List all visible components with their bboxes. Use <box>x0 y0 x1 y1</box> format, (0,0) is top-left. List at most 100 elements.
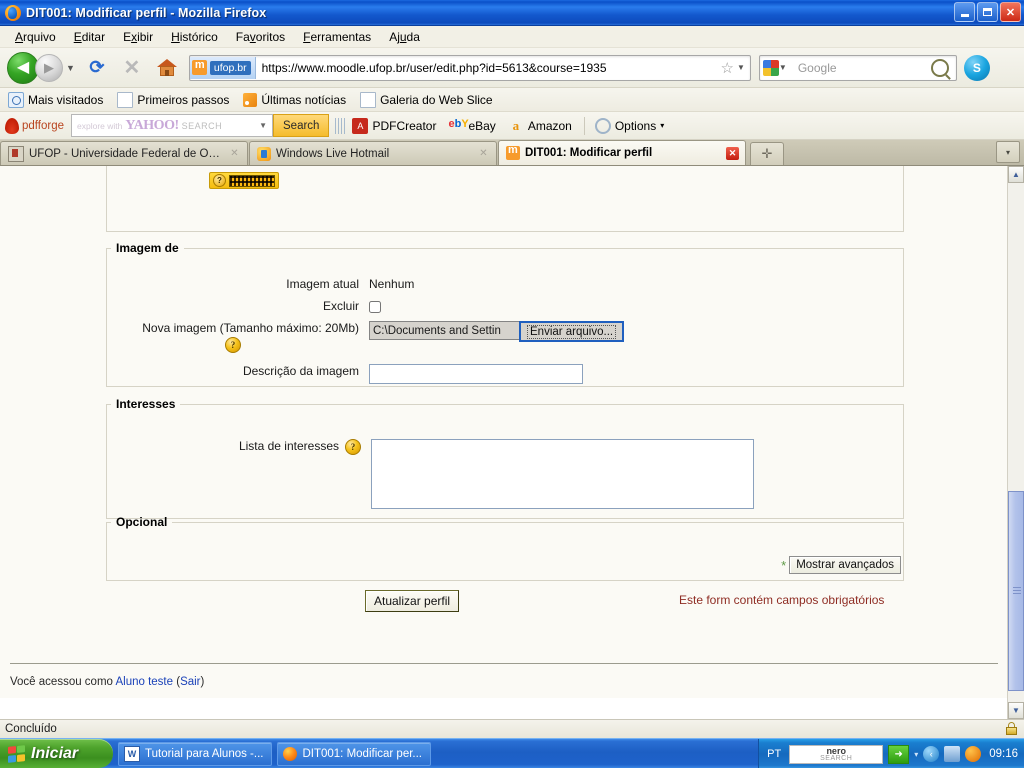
taskbar-item-dit001[interactable]: DIT001: Modificar per... <box>277 741 431 766</box>
scroll-down-button[interactable]: ▼ <box>1008 702 1024 719</box>
url-text[interactable]: https://www.moodle.ufop.br/user/edit.php… <box>256 61 718 75</box>
url-bar[interactable]: ufop.br https://www.moodle.ufop.br/user/… <box>188 54 751 81</box>
page-vertical-scrollbar[interactable]: ▲ ▼ <box>1007 166 1024 719</box>
language-indicator[interactable]: PT <box>767 748 781 760</box>
taskbar-item-tutorial[interactable]: W Tutorial para Alunos -... <box>118 741 273 766</box>
lock-icon <box>1005 722 1018 736</box>
clock[interactable]: 09:16 <box>989 748 1018 760</box>
bookmark-star-icon[interactable]: ☆ <box>718 59 737 77</box>
home-button[interactable] <box>154 55 180 81</box>
help-icon-nova-imagem[interactable]: ? <box>225 337 241 353</box>
site-favicon-icon <box>191 59 207 75</box>
skype-button[interactable]: S <box>963 54 990 81</box>
nero-search-box[interactable]: nero SEARCH <box>789 744 884 764</box>
options-button[interactable]: Options ▾ <box>594 117 664 134</box>
tray-dropdown-icon[interactable]: ▾ <box>914 750 918 759</box>
new-tab-button[interactable]: ✛ <box>750 142 784 165</box>
tab-hotmail[interactable]: Windows Live Hotmail ✕ <box>249 141 497 165</box>
keyboard-help-button[interactable]: ? <box>209 172 279 189</box>
menu-historico[interactable]: Histórico <box>162 28 227 46</box>
search-engine-dropdown-icon[interactable]: ▼ <box>779 63 792 72</box>
close-button[interactable]: ✕ <box>1000 2 1021 22</box>
tab-close-icon[interactable]: ✕ <box>477 147 490 160</box>
yahoo-search-button[interactable]: Search <box>273 114 330 137</box>
stop-icon: ✕ <box>123 57 141 79</box>
menu-exibir[interactable]: Exibir <box>114 28 162 46</box>
tab-close-icon[interactable]: ✕ <box>228 147 241 160</box>
reload-button[interactable]: ⟳ <box>84 55 110 81</box>
bookmark-mais-visitados[interactable]: Mais visitados <box>8 91 103 108</box>
browser-status-bar: Concluído <box>0 719 1024 738</box>
start-button[interactable]: Iniciar <box>0 739 113 768</box>
label-lista-interesses: Lista de interesses <box>238 439 339 453</box>
tab-label: Windows Live Hotmail <box>276 147 390 160</box>
tab-dit001-modificar-perfil[interactable]: DIT001: Modificar perfil ✕ <box>498 140 746 165</box>
stop-button[interactable]: ✕ <box>119 55 145 81</box>
bookmark-label: Últimas notícias <box>261 92 347 107</box>
nero-go-button[interactable]: ➜ <box>888 744 910 764</box>
close-icon: ✕ <box>1005 6 1016 19</box>
bookmark-label: Primeiros passos <box>137 92 230 107</box>
logged-user-link[interactable]: Aluno teste <box>115 676 173 688</box>
search-icon[interactable] <box>930 58 949 77</box>
login-close-paren: ) <box>200 676 205 688</box>
menu-favoritos[interactable]: Favoritos <box>227 28 294 46</box>
show-hidden-icons-icon[interactable]: ‹ <box>923 746 940 762</box>
yahoo-dropdown-icon[interactable]: ▼ <box>259 121 272 130</box>
logout-link[interactable]: Sair <box>180 676 200 688</box>
status-text: Concluído <box>5 723 57 735</box>
help-icon-lista-interesses[interactable]: ? <box>345 439 361 455</box>
tab-ufop[interactable]: UFOP - Universidade Federal de Ouro P...… <box>0 141 248 165</box>
pdfforge-icon <box>5 117 19 134</box>
file-path-input[interactable]: C:\Documents and Settin <box>369 321 519 340</box>
pdfforge-button[interactable]: pdfforge <box>5 117 64 134</box>
menu-arquivo[interactable]: Arquivo <box>6 28 65 46</box>
site-identity-chip[interactable]: ufop.br <box>189 56 256 79</box>
bookmarks-toolbar: Mais visitados Primeiros passos Últimas … <box>0 88 1024 112</box>
bookmark-galeria-web-slice[interactable]: Galeria do Web Slice <box>360 91 493 108</box>
toolbar-grip-handle[interactable] <box>335 117 347 134</box>
label-imagem-atual: Imagem atual <box>286 277 359 291</box>
menu-ajuda[interactable]: Ajuda <box>380 28 429 46</box>
toolbar-divider <box>583 116 585 135</box>
skype-icon: S <box>972 60 981 75</box>
tab-label: DIT001: Modificar perfil <box>525 147 653 159</box>
atualizar-perfil-button[interactable]: Atualizar perfil <box>365 590 460 612</box>
keyboard-icon <box>229 174 275 187</box>
minimize-button[interactable] <box>954 2 975 22</box>
yahoo-search-input[interactable]: explore with YAHOO! SEARCH ▼ <box>71 114 273 137</box>
section-legend-opcional: Opcional <box>116 515 168 529</box>
menu-ferramentas[interactable]: Ferramentas <box>294 28 380 46</box>
tab-close-icon[interactable]: ✕ <box>726 146 739 160</box>
excluir-checkbox[interactable] <box>369 300 381 313</box>
maximize-button[interactable] <box>977 2 998 22</box>
mostrar-avancados-button[interactable]: Mostrar avançados <box>789 556 901 574</box>
maximize-icon <box>983 8 992 16</box>
network-icon[interactable] <box>944 746 961 762</box>
search-bar[interactable]: ▼ Google <box>758 54 957 81</box>
url-dropdown-icon[interactable]: ▼ <box>737 63 750 72</box>
bookmark-ultimas-noticias[interactable]: Últimas notícias <box>243 92 347 107</box>
rss-icon <box>243 92 258 107</box>
update-icon[interactable] <box>965 746 982 762</box>
amazon-icon: a <box>512 117 520 133</box>
enviar-arquivo-button[interactable]: Enviar arquivo... <box>519 321 625 342</box>
bookmark-primeiros-passos[interactable]: Primeiros passos <box>117 91 230 108</box>
lista-interesses-textarea[interactable] <box>371 439 754 509</box>
label-nova-imagem: Nova imagem (Tamanho máximo: 20Mb) <box>142 321 359 335</box>
search-input[interactable]: Google <box>792 61 931 75</box>
scroll-up-button[interactable]: ▲ <box>1008 166 1024 183</box>
forward-button[interactable]: ▶ <box>35 53 63 82</box>
scrollbar-thumb[interactable] <box>1008 491 1024 691</box>
tab-list-button[interactable]: ▾ <box>996 141 1020 163</box>
row-lista-interesses: Lista de interesses ? <box>107 439 903 509</box>
descricao-imagem-input[interactable] <box>369 364 583 384</box>
pdfcreator-button[interactable]: A PDFCreator <box>352 117 436 134</box>
menu-editar[interactable]: Editar <box>65 28 114 46</box>
amazon-button[interactable]: a Amazon <box>508 118 572 134</box>
menubar: Arquivo Editar Exibir Histórico Favorito… <box>0 26 1024 48</box>
ebay-button[interactable]: ebY eBay <box>448 118 495 134</box>
chevron-up-icon: ▲ <box>1012 170 1020 179</box>
section-opcional: Opcional * Mostrar avançados <box>106 515 904 581</box>
nav-history-dropdown-icon[interactable]: ▼ <box>66 63 75 73</box>
